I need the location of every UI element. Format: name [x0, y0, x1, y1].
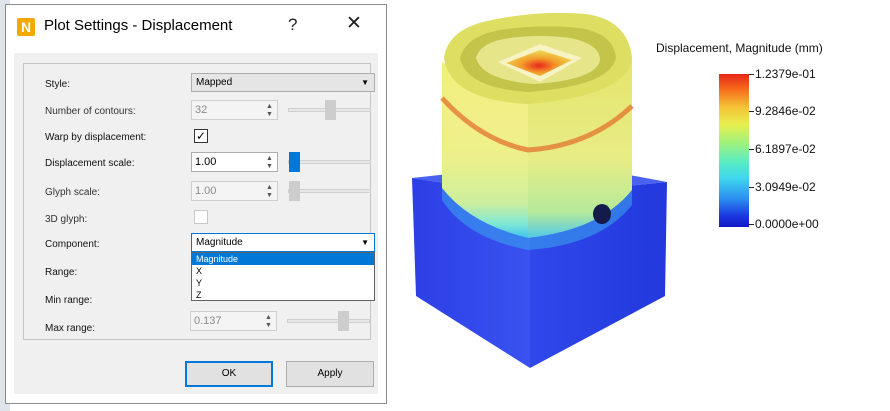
warp-label: Warp by displacement: — [45, 132, 147, 143]
settings-group: Style: Mapped ▼ Number of contours: 32 ▲… — [23, 63, 375, 340]
contours-value: 32 — [195, 104, 208, 116]
legend-tick-label: 9.2846e-02 — [755, 104, 816, 118]
spin-down-icon: ▼ — [266, 192, 273, 199]
app-logo-icon: N — [17, 18, 35, 36]
min-range-label: Min range: — [45, 295, 93, 306]
component-option-y[interactable]: Y — [192, 277, 374, 289]
legend-tick — [749, 111, 754, 112]
disp-scale-value: 1.00 — [195, 156, 217, 168]
help-button[interactable]: ? — [288, 15, 297, 35]
max-range-slider-thumb — [338, 311, 349, 331]
legend-tick — [749, 149, 754, 150]
component-option-x[interactable]: X — [192, 265, 374, 277]
spin-up-icon[interactable]: ▲ — [266, 155, 275, 162]
glyph-scale-label: Glyph scale: — [45, 187, 101, 198]
component-select[interactable]: Magnitude ▼ — [191, 233, 375, 252]
spin-up-icon: ▲ — [266, 103, 273, 110]
max-range-value: 0.137 — [194, 315, 222, 327]
legend-tick-label: 6.1897e-02 — [755, 142, 816, 156]
spin-down-icon[interactable]: ▼ — [266, 163, 275, 170]
dialog-body: Style: Mapped ▼ Number of contours: 32 ▲… — [14, 53, 378, 394]
component-option-magnitude[interactable]: Magnitude — [192, 253, 374, 265]
glyph-scale-value: 1.00 — [195, 185, 217, 197]
plot-settings-dialog: N Plot Settings - Displacement ? ✕ Style… — [5, 4, 387, 404]
max-range-slider — [287, 311, 370, 331]
glyph3d-checkbox — [194, 210, 208, 224]
contours-label: Number of contours: — [45, 106, 136, 117]
spin-down-icon: ▼ — [266, 111, 273, 118]
legend-tick-label: 0.0000e+00 — [755, 217, 819, 231]
component-dropdown-list: Magnitude X Y Z — [191, 252, 375, 301]
legend-tick-label: 1.2379e-01 — [755, 67, 816, 81]
dialog-title: Plot Settings - Displacement — [44, 17, 233, 34]
spin-up-icon: ▲ — [266, 184, 273, 191]
ok-button[interactable]: OK — [185, 361, 273, 387]
legend-tick — [749, 224, 754, 225]
legend-tick — [749, 74, 754, 75]
disp-scale-spinbox[interactable]: 1.00 ▲ ▼ — [191, 152, 278, 172]
max-range-label: Max range: — [45, 323, 96, 334]
apply-button[interactable]: Apply — [286, 361, 374, 387]
legend-tick — [749, 187, 754, 188]
checkmark-icon: ✓ — [195, 129, 207, 143]
3d-render-viewport[interactable] — [400, 0, 890, 411]
spin-up-icon: ▲ — [265, 314, 272, 321]
contours-spinbox: 32 ▲ ▼ — [191, 100, 278, 120]
dropdown-arrow-icon: ▼ — [361, 78, 369, 87]
glyph-scale-slider-thumb — [289, 181, 300, 201]
range-label: Range: — [45, 267, 78, 278]
glyph-scale-spinbox: 1.00 ▲ ▼ — [191, 181, 278, 201]
disp-scale-slider-thumb[interactable] — [289, 152, 300, 172]
legend-tick-label: 3.0949e-02 — [755, 180, 816, 194]
disp-scale-label: Displacement scale: — [45, 158, 135, 169]
spin-down-icon: ▼ — [265, 322, 272, 329]
legend-colorbar — [719, 74, 749, 227]
component-value: Magnitude — [196, 237, 243, 248]
title-bar[interactable]: N Plot Settings - Displacement ? ✕ — [6, 5, 386, 45]
contours-slider-thumb — [325, 100, 336, 120]
style-value: Mapped — [196, 77, 233, 88]
glyph-scale-slider — [288, 181, 371, 201]
warp-checkbox[interactable]: ✓ — [194, 129, 208, 143]
contours-slider — [288, 100, 371, 120]
disp-scale-slider[interactable] — [288, 152, 371, 172]
style-select[interactable]: Mapped ▼ — [191, 73, 375, 92]
max-range-spinbox: 0.137 ▲ ▼ — [190, 311, 277, 331]
glyph3d-label: 3D glyph: — [45, 214, 88, 225]
dropdown-arrow-icon: ▼ — [361, 238, 369, 247]
base-side-hole — [593, 204, 611, 224]
style-label: Style: — [45, 79, 71, 90]
component-option-z[interactable]: Z — [192, 289, 374, 301]
legend-title: Displacement, Magnitude (mm) — [656, 41, 823, 55]
close-button[interactable]: ✕ — [346, 12, 362, 35]
component-label: Component: — [45, 239, 100, 250]
